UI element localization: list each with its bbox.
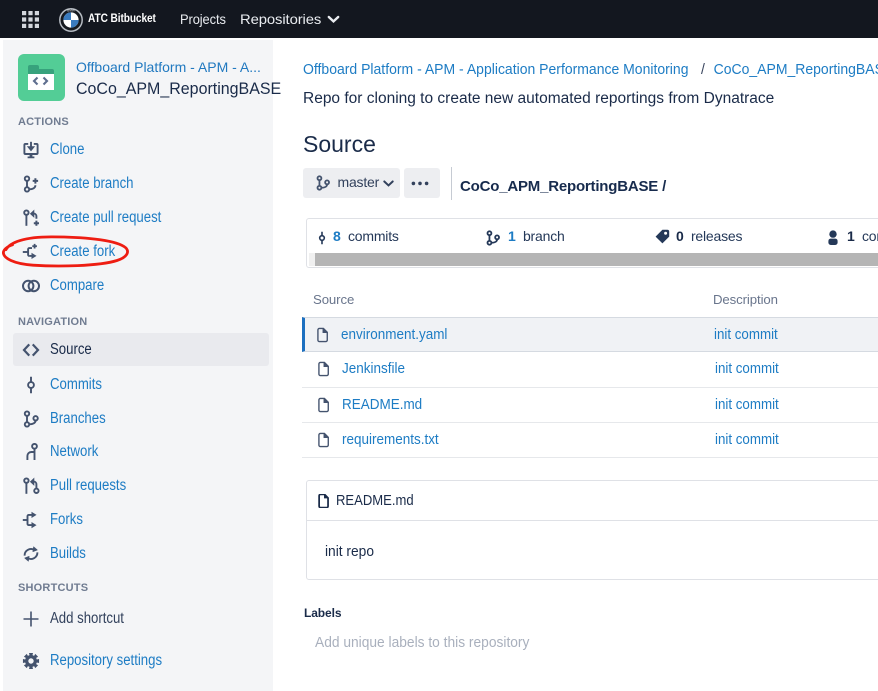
svg-text:BMW: BMW xyxy=(67,9,75,13)
